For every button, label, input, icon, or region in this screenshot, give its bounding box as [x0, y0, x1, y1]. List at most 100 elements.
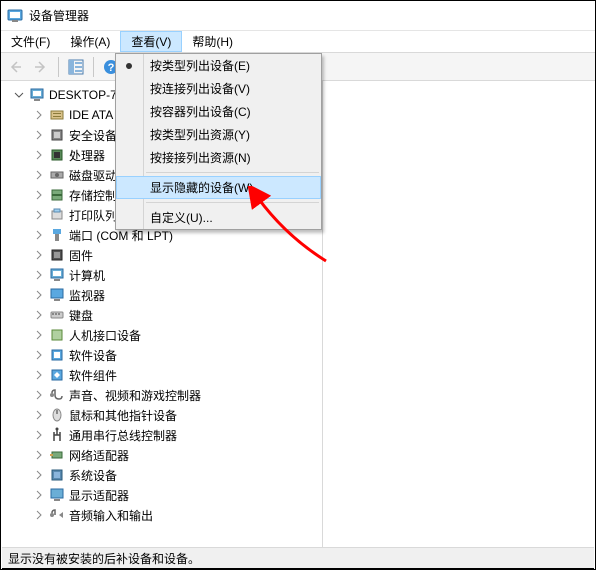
titlebar: 设备管理器	[1, 1, 595, 31]
expand-icon[interactable]	[33, 169, 45, 181]
device-category-icon	[49, 267, 65, 283]
device-category-icon	[49, 167, 65, 183]
tree-node[interactable]: 监视器	[29, 285, 322, 305]
device-category-icon	[49, 447, 65, 463]
window-title: 设备管理器	[29, 7, 89, 24]
tree-node-label: 键盘	[69, 307, 93, 324]
expand-icon[interactable]	[33, 509, 45, 521]
expand-icon[interactable]	[33, 149, 45, 161]
expand-icon[interactable]	[33, 209, 45, 221]
expand-icon[interactable]	[33, 309, 45, 321]
tree-node[interactable]: 通用串行总线控制器	[29, 425, 322, 445]
back-button[interactable]	[3, 55, 27, 79]
menu-separator	[146, 202, 319, 203]
expand-icon[interactable]	[33, 349, 45, 361]
expand-icon[interactable]	[33, 329, 45, 341]
tree-node-label: 打印队列	[69, 207, 117, 224]
expand-icon[interactable]	[33, 229, 45, 241]
tree-node-label: 软件组件	[69, 367, 117, 384]
device-category-icon	[49, 187, 65, 203]
menu-resources-by-connection[interactable]: 按接接列出资源(N)	[116, 146, 321, 169]
device-category-icon	[49, 327, 65, 343]
tree-node-label: 监视器	[69, 287, 105, 304]
device-category-icon	[49, 367, 65, 383]
expand-icon[interactable]	[33, 429, 45, 441]
statusbar: 显示没有被安装的后补设备和设备。	[2, 547, 594, 569]
menu-view[interactable]: 查看(V)	[120, 31, 182, 52]
device-category-icon	[49, 247, 65, 263]
tree-node[interactable]: 鼠标和其他指针设备	[29, 405, 322, 425]
device-category-icon	[49, 427, 65, 443]
tree-node[interactable]: 显示适配器	[29, 485, 322, 505]
device-category-icon	[49, 467, 65, 483]
device-category-icon	[49, 287, 65, 303]
tree-node-label: 软件设备	[69, 347, 117, 364]
tree-node[interactable]: 系统设备	[29, 465, 322, 485]
tree-node-label: 通用串行总线控制器	[69, 427, 177, 444]
view-dropdown: 按类型列出设备(E) 按连接列出设备(V) 按容器列出设备(C) 按类型列出资源…	[115, 53, 322, 230]
expand-icon[interactable]	[33, 249, 45, 261]
details-pane	[323, 81, 595, 547]
tree-node[interactable]: 人机接口设备	[29, 325, 322, 345]
tree-node-label: 磁盘驱动	[69, 167, 117, 184]
expand-icon[interactable]	[33, 449, 45, 461]
tree-node[interactable]: 键盘	[29, 305, 322, 325]
tree-node-label: 音频输入和输出	[69, 507, 153, 524]
menu-show-hidden[interactable]: 显示隐藏的设备(W)	[116, 176, 321, 199]
tree-node-label: 固件	[69, 247, 93, 264]
device-category-icon	[49, 207, 65, 223]
menu-file[interactable]: 文件(F)	[1, 31, 60, 52]
menu-devices-by-container[interactable]: 按容器列出设备(C)	[116, 100, 321, 123]
expand-icon[interactable]	[33, 269, 45, 281]
device-category-icon	[49, 227, 65, 243]
device-category-icon	[49, 487, 65, 503]
toolbar-separator	[58, 57, 59, 77]
svg-text:?: ?	[108, 62, 115, 74]
tree-node-label: 人机接口设备	[69, 327, 141, 344]
menu-devices-by-type[interactable]: 按类型列出设备(E)	[116, 54, 321, 77]
toolbar-separator	[93, 57, 94, 77]
menu-action[interactable]: 操作(A)	[60, 31, 120, 52]
menu-resources-by-type[interactable]: 按类型列出资源(Y)	[116, 123, 321, 146]
device-category-icon	[49, 347, 65, 363]
expand-icon[interactable]	[33, 109, 45, 121]
menubar: 文件(F) 操作(A) 查看(V) 帮助(H)	[1, 31, 595, 53]
tree-node-label: 计算机	[69, 267, 105, 284]
tree-node[interactable]: 计算机	[29, 265, 322, 285]
device-category-icon	[49, 407, 65, 423]
tree-node-label: 系统设备	[69, 467, 117, 484]
tree-node-label: 处理器	[69, 147, 105, 164]
device-category-icon	[49, 107, 65, 123]
expand-icon[interactable]	[33, 489, 45, 501]
device-category-icon	[49, 507, 65, 523]
app-icon	[7, 8, 23, 24]
collapse-icon[interactable]	[13, 89, 25, 101]
forward-button[interactable]	[29, 55, 53, 79]
tree-node[interactable]: 软件组件	[29, 365, 322, 385]
expand-icon[interactable]	[33, 129, 45, 141]
expand-icon[interactable]	[33, 389, 45, 401]
tree-node[interactable]: 软件设备	[29, 345, 322, 365]
tree-node[interactable]: 声音、视频和游戏控制器	[29, 385, 322, 405]
computer-icon	[29, 87, 45, 103]
expand-icon[interactable]	[33, 289, 45, 301]
tree-node-label: 显示适配器	[69, 487, 129, 504]
menu-devices-by-connection[interactable]: 按连接列出设备(V)	[116, 77, 321, 100]
tree-node-label: 网络适配器	[69, 447, 129, 464]
expand-icon[interactable]	[33, 369, 45, 381]
device-category-icon	[49, 387, 65, 403]
menu-customize[interactable]: 自定义(U)...	[116, 206, 321, 229]
tree-node[interactable]: 音频输入和输出	[29, 505, 322, 525]
device-category-icon	[49, 127, 65, 143]
menu-help[interactable]: 帮助(H)	[182, 31, 243, 52]
expand-icon[interactable]	[33, 189, 45, 201]
tree-root-label: DESKTOP-7	[49, 88, 117, 102]
expand-icon[interactable]	[33, 409, 45, 421]
selected-bullet-icon	[126, 63, 132, 69]
tree-node[interactable]: 网络适配器	[29, 445, 322, 465]
tree-node[interactable]: 固件	[29, 245, 322, 265]
tree-node-label: 安全设备	[69, 127, 117, 144]
expand-icon[interactable]	[33, 469, 45, 481]
toolbar-view-icon[interactable]	[64, 55, 88, 79]
menu-separator	[146, 172, 319, 173]
